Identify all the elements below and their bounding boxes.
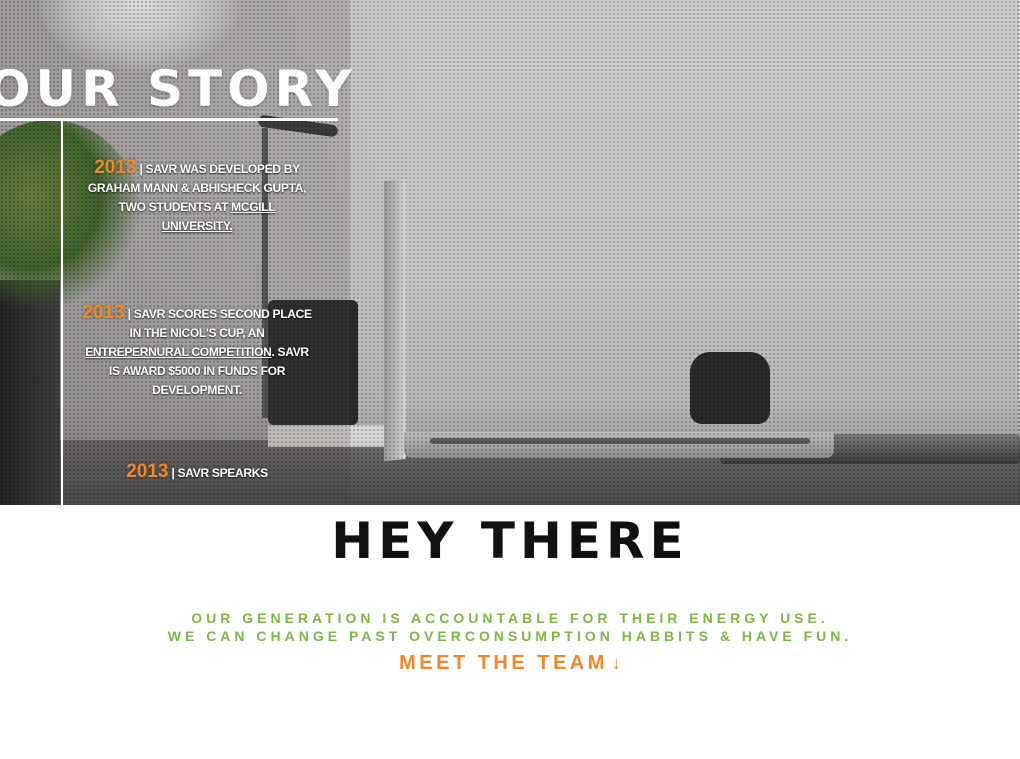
timeline-text: | SAVR SCORES SECOND PLACE IN THE NICOL'…: [124, 307, 312, 340]
hey-there-heading: HEY THERE: [331, 512, 689, 570]
tagline-line-2: WE CAN CHANGE PAST OVERCONSUMPTION HABBI…: [167, 628, 853, 644]
timeline-entry: 2013 | SAVR SPEARKS: [82, 462, 312, 483]
our-story-title: OUR STORY: [0, 60, 357, 118]
timeline-year: 2013: [126, 461, 169, 482]
timeline-year: 2013: [82, 302, 125, 323]
timeline-year: 2013: [94, 157, 137, 178]
competition-link[interactable]: ENTREPERNURAL COMPETITION: [85, 345, 272, 359]
meet-the-team-label: MEET THE TEAM: [399, 652, 608, 674]
timeline-text: | SAVR SPEARKS: [168, 466, 269, 480]
title-underline: [0, 118, 338, 121]
timeline-entry: 2013 | SAVR SCORES SECOND PLACE IN THE N…: [82, 303, 312, 400]
hero-section: OUR STORY 2013 | SAVR WAS DEVELOPED BY G…: [0, 0, 1020, 505]
meet-the-team-link[interactable]: MEET THE TEAM ↓: [0, 652, 1020, 675]
tagline-line-1: OUR GENERATION IS ACCOUNTABLE FOR THEIR …: [191, 610, 829, 626]
timeline-entry: 2013 | SAVR WAS DEVELOPED BY GRAHAM MANN…: [82, 158, 312, 236]
timeline-line: [61, 121, 63, 505]
arrow-down-icon: ↓: [611, 653, 621, 673]
